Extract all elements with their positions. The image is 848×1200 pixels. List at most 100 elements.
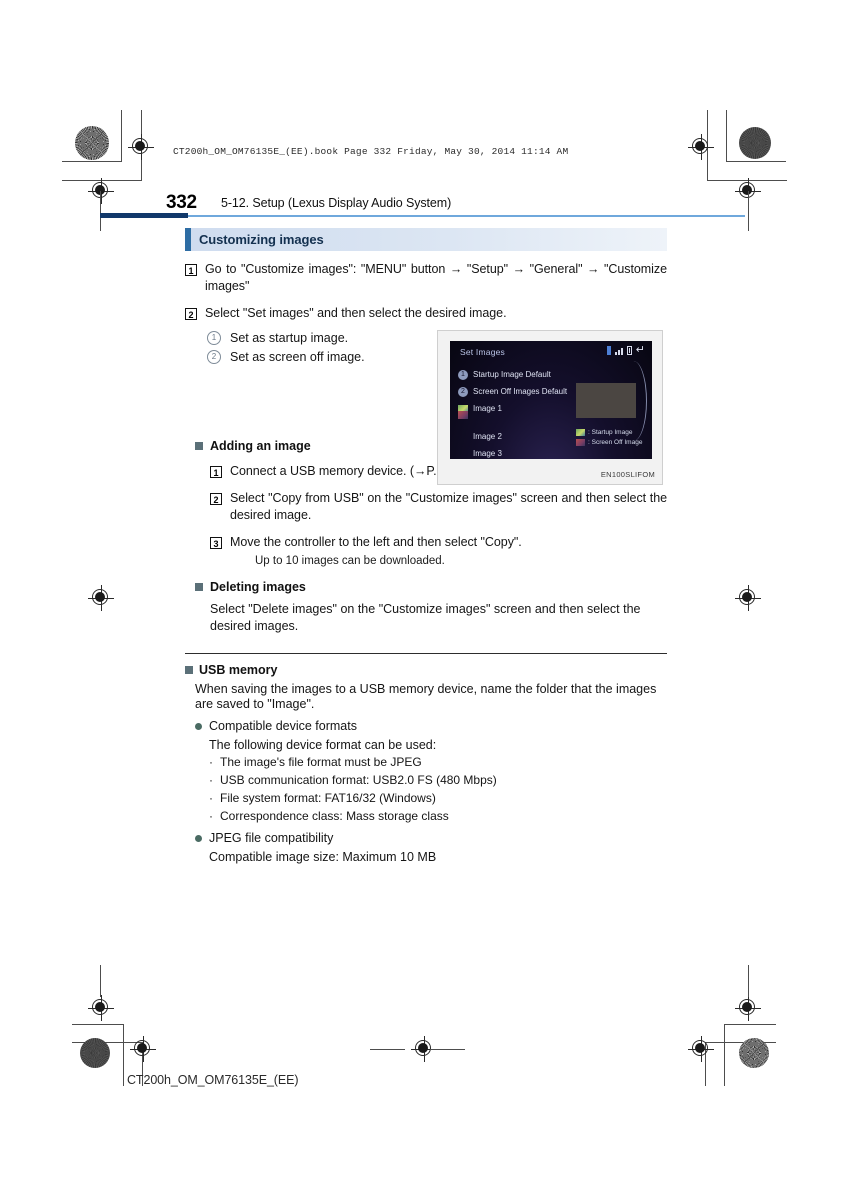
adding-note: Up to 10 images can be downloaded.: [255, 555, 445, 567]
screen-off-image-thumb-icon: [458, 411, 468, 419]
square-bullet-icon: [195, 583, 203, 591]
registration-mark: [130, 1036, 156, 1062]
usb-group-lead: The following device format can be used:: [209, 738, 437, 752]
subheading-deleting-images: Deleting images: [195, 580, 667, 594]
circled-number: 2: [207, 350, 221, 364]
usb-group-title: JPEG file compatibility: [195, 831, 667, 845]
dot-bullet-icon: ·: [209, 773, 213, 787]
step-text: Select "Copy from USB" on the "Customize…: [230, 491, 667, 522]
page-content: Customizing images 1 Go to "Customize im…: [185, 228, 667, 864]
back-arrow-icon[interactable]: ↵: [636, 345, 645, 356]
halftone-dot-top-left: [75, 126, 109, 160]
step-text: Select "Set images" and then select the …: [205, 306, 507, 320]
footer-text: CT200h_OM_OM76135E_(EE): [127, 1073, 299, 1087]
usb-intro-text: When saving the images to a USB memory d…: [195, 682, 657, 711]
section-divider: [185, 653, 667, 654]
header-rule-accent: [100, 213, 188, 218]
subheading-label: Adding an image: [210, 439, 311, 453]
book-file-line: CT200h_OM_OM76135E_(EE).book Page 332 Fr…: [173, 146, 569, 157]
band-accent-bar: [185, 228, 191, 251]
usb-format-item: · USB communication format: USB2.0 FS (4…: [209, 773, 667, 788]
crop-line: [748, 965, 749, 997]
crop-line: [748, 191, 749, 231]
battery-icon: [626, 346, 632, 355]
list-item-label: Image 1: [473, 404, 502, 413]
list-item[interactable]: 1 Startup Image Default: [458, 366, 578, 383]
crop-line: [100, 965, 101, 997]
screen-title: Set Images: [460, 347, 505, 357]
subheading-usb-memory: USB memory: [185, 663, 667, 677]
usb-group-lead: Compatible image size: Maximum 10 MB: [209, 850, 437, 864]
list-item-label: Image 3: [473, 449, 502, 458]
screen-menu-list: 1 Startup Image Default 2 Screen Off Ima…: [458, 366, 578, 459]
signal-icon: [614, 346, 623, 355]
usb-format-text: USB communication format: USB2.0 FS (480…: [220, 773, 497, 787]
registration-mark: [688, 1036, 714, 1062]
list-item[interactable]: Image 2: [458, 428, 578, 445]
display-audio-screen: Set Images ↵ 1 Startup Image Default 2 S…: [450, 341, 652, 459]
step-row: 2 Select "Copy from USB" on the "Customi…: [210, 490, 667, 524]
crop-line: [123, 1024, 124, 1086]
step-text: Move the controller to the left and then…: [230, 535, 522, 549]
status-icon-group: ↵: [606, 345, 645, 356]
registration-mark: [688, 134, 714, 160]
list-item-label: Screen Off Images Default: [473, 387, 568, 396]
halftone-dot-bottom-left: [80, 1038, 110, 1068]
usb-format-item: · Correspondence class: Mass storage cla…: [209, 809, 667, 824]
badge-number: 2: [458, 386, 468, 397]
crop-line: [72, 1024, 124, 1025]
registration-mark: [88, 585, 114, 611]
crop-line: [100, 191, 101, 231]
list-item[interactable]: x: [458, 411, 578, 428]
usb-group-title: Compatible device formats: [195, 719, 667, 733]
step-number: 3: [210, 537, 222, 549]
usb-group-label: JPEG file compatibility: [209, 831, 334, 845]
circled-item-label: Set as screen off image.: [230, 350, 365, 364]
section-title: 5-12. Setup (Lexus Display Audio System): [221, 196, 452, 210]
registration-mark: [735, 995, 761, 1021]
halftone-dot-top-right: [739, 127, 771, 159]
page-number: 332: [166, 192, 197, 213]
step-row: 1 Go to "Customize images": "MENU" butto…: [185, 261, 667, 295]
halftone-dot-bottom-right: [739, 1038, 769, 1068]
deleting-body: Select "Delete images" on the "Customize…: [210, 602, 641, 633]
list-item[interactable]: Image 3: [458, 445, 578, 459]
band-title: Customizing images: [199, 232, 324, 247]
step-number: 2: [210, 493, 222, 505]
step-number: 1: [185, 264, 197, 276]
crop-line: [121, 110, 122, 162]
figure-set-images: Set Images ↵ 1 Startup Image Default 2 S…: [437, 330, 663, 485]
scroll-indicator[interactable]: [620, 361, 647, 441]
badge-number: 1: [458, 369, 468, 380]
registration-mark: [88, 995, 114, 1021]
registration-mark: [735, 585, 761, 611]
screen-off-image-thumb-icon: [576, 439, 585, 446]
usb-format-item: · File system format: FAT16/32 (Windows): [209, 791, 667, 806]
list-item-label: Image 2: [473, 432, 502, 441]
crop-line: [430, 1049, 465, 1050]
crop-line: [726, 161, 786, 162]
round-bullet-icon: [195, 722, 202, 730]
round-bullet-icon: [195, 834, 202, 842]
dot-bullet-icon: ·: [209, 809, 213, 823]
registration-mark: [128, 134, 154, 160]
list-item[interactable]: 2 Screen Off Images Default: [458, 383, 578, 400]
square-bullet-icon: [185, 666, 193, 674]
crop-line: [62, 161, 122, 162]
list-item-label: Startup Image Default: [473, 370, 551, 379]
crop-line: [370, 1049, 405, 1050]
dot-bullet-icon: ·: [209, 755, 213, 769]
step-text: Go to "Customize images": "MENU" button …: [205, 262, 667, 293]
dot-bullet-icon: ·: [209, 791, 213, 805]
header-rule: [100, 215, 745, 218]
subheading-label: Deleting images: [210, 580, 306, 594]
square-bullet-icon: [195, 442, 203, 450]
usb-format-text: File system format: FAT16/32 (Windows): [220, 791, 436, 805]
step-row: 2 Select "Set images" and then select th…: [185, 305, 667, 322]
section-band: Customizing images: [185, 228, 667, 251]
registration-mark: [88, 178, 114, 204]
step-number: 2: [185, 308, 197, 320]
usb-format-text: The image's file format must be JPEG: [220, 755, 422, 769]
crop-line: [724, 1024, 725, 1086]
step-row: 3 Move the controller to the left and th…: [210, 534, 667, 551]
